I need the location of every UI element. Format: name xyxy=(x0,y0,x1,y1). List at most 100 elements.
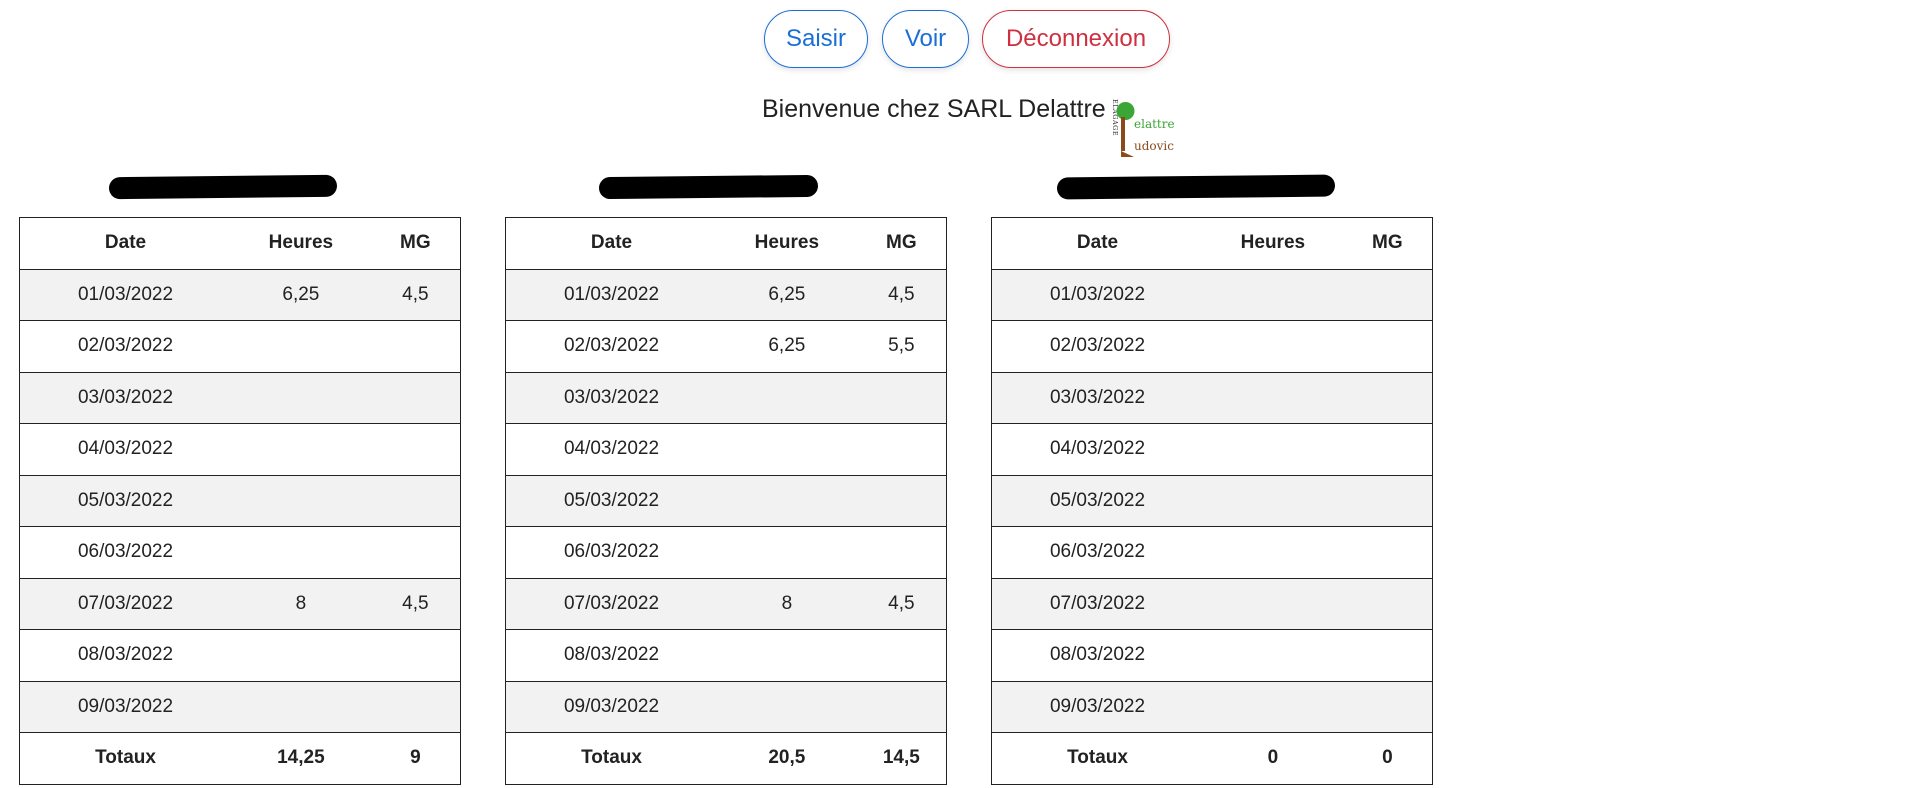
mg-cell: 4,5 xyxy=(856,578,947,630)
heures-cell xyxy=(717,526,857,579)
mg-cell xyxy=(856,681,947,733)
logo-tree-trunk xyxy=(1121,117,1125,151)
table-row: 07/03/2022 xyxy=(991,578,1433,630)
voir-button[interactable]: Voir xyxy=(882,10,969,68)
heures-cell: 6,25 xyxy=(717,269,857,321)
date-cell: 05/03/2022 xyxy=(19,475,232,527)
date-header: Date xyxy=(991,217,1204,270)
heures-cell: 8 xyxy=(717,578,857,630)
welcome-text: Bienvenue chez SARL Delattre xyxy=(762,95,1106,123)
table-row: 09/03/2022 xyxy=(991,681,1433,733)
date-cell: 07/03/2022 xyxy=(991,578,1204,630)
saisir-button[interactable]: Saisir xyxy=(764,10,868,68)
table-row: 08/03/2022 xyxy=(991,629,1433,682)
mg-cell xyxy=(856,475,947,527)
date-cell: 03/03/2022 xyxy=(991,372,1204,424)
heures-cell xyxy=(1203,372,1343,424)
date-cell: 09/03/2022 xyxy=(19,681,232,733)
mg-cell xyxy=(1342,269,1433,321)
hours-table: Date Heures MG 01/03/2022 6,25 4,5 02/03/2022 0… xyxy=(19,217,461,785)
mg-cell: 4,5 xyxy=(856,269,947,321)
mg-cell xyxy=(1342,372,1433,424)
heures-header: Heures xyxy=(231,217,371,270)
heures-header: Heures xyxy=(717,217,857,270)
mg-cell xyxy=(1342,578,1433,630)
table-row: 06/03/2022 xyxy=(991,526,1433,579)
date-header: Date xyxy=(505,217,718,270)
table-row: 02/03/2022 6,25 5,5 xyxy=(505,320,947,373)
date-cell: 02/03/2022 xyxy=(505,320,718,373)
date-cell: 01/03/2022 xyxy=(19,269,232,321)
date-cell: 05/03/2022 xyxy=(505,475,718,527)
logo-line-2: udovic xyxy=(1134,139,1174,153)
mg-cell xyxy=(856,526,947,579)
mg-cell xyxy=(370,423,461,476)
mg-cell xyxy=(1342,681,1433,733)
total-mg: 0 xyxy=(1342,732,1433,785)
date-cell: 03/03/2022 xyxy=(505,372,718,424)
table-row: 01/03/2022 6,25 4,5 xyxy=(19,269,461,321)
heures-cell xyxy=(1203,578,1343,630)
table-row: 05/03/2022 xyxy=(991,475,1433,527)
heures-cell xyxy=(717,423,857,476)
mg-header: MG xyxy=(856,217,947,270)
table-row: 03/03/2022 xyxy=(505,372,947,424)
date-cell: 07/03/2022 xyxy=(19,578,232,630)
heures-cell xyxy=(1203,269,1343,321)
table-row: 02/03/2022 xyxy=(991,320,1433,373)
table-row: 08/03/2022 xyxy=(505,629,947,682)
heures-cell xyxy=(231,475,371,527)
total-heures: 20,5 xyxy=(717,732,857,785)
table-row: 04/03/2022 xyxy=(505,423,947,476)
mg-cell xyxy=(370,372,461,424)
table-row: 03/03/2022 xyxy=(19,372,461,424)
date-cell: 08/03/2022 xyxy=(505,629,718,682)
table-row: 06/03/2022 xyxy=(19,526,461,579)
redaction-mark xyxy=(1056,174,1336,200)
table-row: 03/03/2022 xyxy=(991,372,1433,424)
heures-cell xyxy=(1203,423,1343,476)
mg-cell: 4,5 xyxy=(370,578,461,630)
table-header-row: Date Heures MG xyxy=(991,217,1433,270)
date-cell: 06/03/2022 xyxy=(991,526,1204,579)
date-cell: 09/03/2022 xyxy=(991,681,1204,733)
table-row: 05/03/2022 xyxy=(505,475,947,527)
heures-cell xyxy=(1203,475,1343,527)
total-mg: 9 xyxy=(370,732,461,785)
heures-cell xyxy=(231,320,371,373)
mg-cell xyxy=(1342,629,1433,682)
table-row: 09/03/2022 xyxy=(19,681,461,733)
mg-header: MG xyxy=(1342,217,1433,270)
mg-cell xyxy=(1342,320,1433,373)
date-cell: 07/03/2022 xyxy=(505,578,718,630)
mg-cell xyxy=(856,372,947,424)
mg-cell xyxy=(370,629,461,682)
heures-cell xyxy=(717,629,857,682)
mg-cell: 4,5 xyxy=(370,269,461,321)
logo-tree-crown xyxy=(1116,102,1135,120)
heures-cell xyxy=(717,475,857,527)
total-heures: 0 xyxy=(1203,732,1343,785)
table-row: 08/03/2022 xyxy=(19,629,461,682)
heures-cell xyxy=(1203,681,1343,733)
date-cell: 01/03/2022 xyxy=(991,269,1204,321)
table-row: 09/03/2022 xyxy=(505,681,947,733)
mg-cell xyxy=(1342,423,1433,476)
date-cell: 08/03/2022 xyxy=(991,629,1204,682)
date-cell: 02/03/2022 xyxy=(991,320,1204,373)
mg-cell xyxy=(370,681,461,733)
heures-cell xyxy=(231,681,371,733)
deconnexion-button[interactable]: Déconnexion xyxy=(982,10,1170,68)
totals-row: Totaux 20,5 14,5 xyxy=(505,732,947,785)
totals-label: Totaux xyxy=(505,732,718,785)
table-row: 04/03/2022 xyxy=(19,423,461,476)
mg-cell xyxy=(1342,475,1433,527)
heures-cell: 6,25 xyxy=(231,269,371,321)
totals-label: Totaux xyxy=(19,732,232,785)
date-cell: 04/03/2022 xyxy=(991,423,1204,476)
heures-cell: 6,25 xyxy=(717,320,857,373)
mg-cell xyxy=(370,320,461,373)
heures-cell: 8 xyxy=(231,578,371,630)
date-cell: 09/03/2022 xyxy=(505,681,718,733)
total-mg: 14,5 xyxy=(856,732,947,785)
